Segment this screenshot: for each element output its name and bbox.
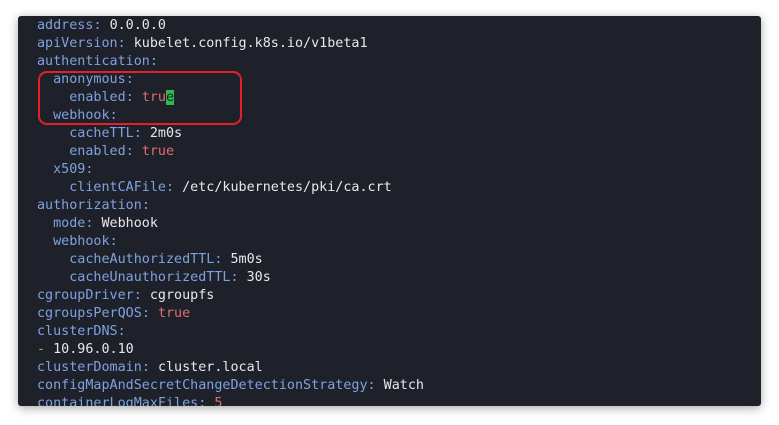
- yaml-key: cacheUnauthorizedTTL: [69, 270, 231, 285]
- yaml-key: clusterDNS: [37, 324, 118, 339]
- yaml-value: true: [157, 306, 191, 321]
- code-line: containerLogMaxFiles: 5: [37, 395, 424, 406]
- code-line: authorization:: [37, 198, 150, 213]
- code-line: - 10.96.0.10: [37, 341, 424, 359]
- code-line: clusterDomain: cluster.local: [37, 360, 263, 375]
- code-line: cacheAuthorizedTTL: 5m0s: [69, 252, 263, 267]
- code-line: webhook:: [53, 234, 118, 249]
- yaml-value: 5m0s: [230, 252, 263, 267]
- code-line: clientCAFile: /etc/kubernetes/pki/ca.crt: [69, 180, 392, 195]
- yaml-key: cgroupDriver: [37, 288, 134, 303]
- code-line: authentication:: [37, 54, 158, 69]
- yaml-value: true: [141, 144, 175, 159]
- yaml-key: configMapAndSecretChangeDetectionStrateg…: [37, 378, 368, 393]
- yaml-value: cluster.local: [157, 360, 263, 375]
- code-line: address: 0.0.0.0: [37, 18, 166, 33]
- yaml-value: 5: [214, 396, 223, 406]
- yaml-key: apiVersion: [37, 36, 118, 51]
- yaml-value: Watch: [383, 378, 424, 393]
- yaml-value: Webhook: [101, 216, 158, 231]
- yaml-key: address: [37, 18, 94, 33]
- yaml-value: cgroupfs: [149, 288, 215, 303]
- yaml-key: clusterDomain: [37, 360, 142, 375]
- code-line: cacheUnauthorizedTTL: 30s: [69, 270, 271, 285]
- annotation-highlight-box: [38, 71, 242, 125]
- code-line: cgroupDriver: cgroupfs: [37, 288, 215, 303]
- yaml-key: authorization: [37, 198, 142, 213]
- yaml-key: webhook: [53, 234, 110, 249]
- terminal-window: address: 0.0.0.0 apiVersion: kubelet.conf…: [18, 16, 761, 406]
- yaml-key: containerLogMaxFiles: [37, 396, 199, 406]
- yaml-value: 10.96.0.10: [53, 342, 134, 357]
- code-line: apiVersion: kubelet.config.k8s.io/v1beta…: [37, 36, 368, 51]
- code-line: cgroupsPerQOS: true: [37, 306, 191, 321]
- code-line: enabled: true: [69, 144, 175, 159]
- yaml-value: 0.0.0.0: [109, 18, 166, 33]
- code-line: clusterDNS:: [37, 324, 126, 339]
- yaml-key: cacheTTL: [69, 126, 134, 141]
- code-line: mode: Webhook: [53, 216, 158, 231]
- code-line: x509:: [53, 162, 94, 177]
- code-line: configMapAndSecretChangeDetectionStrateg…: [37, 378, 424, 393]
- yaml-value: kubelet.config.k8s.io/v1beta1: [133, 36, 368, 51]
- yaml-key: x509: [53, 162, 86, 177]
- yaml-key: mode: [53, 216, 86, 231]
- list-dash: -: [37, 342, 46, 357]
- yaml-value: 30s: [246, 270, 271, 285]
- yaml-key: enabled: [69, 144, 126, 159]
- yaml-key: cgroupsPerQOS: [37, 306, 142, 321]
- yaml-key: authentication: [37, 54, 150, 69]
- yaml-value: 2m0s: [149, 126, 183, 141]
- yaml-key: cacheAuthorizedTTL: [69, 252, 215, 267]
- code-line: cacheTTL: 2m0s: [69, 126, 183, 141]
- yaml-value: /etc/kubernetes/pki/ca.crt: [182, 180, 392, 195]
- yaml-key: clientCAFile: [69, 180, 166, 195]
